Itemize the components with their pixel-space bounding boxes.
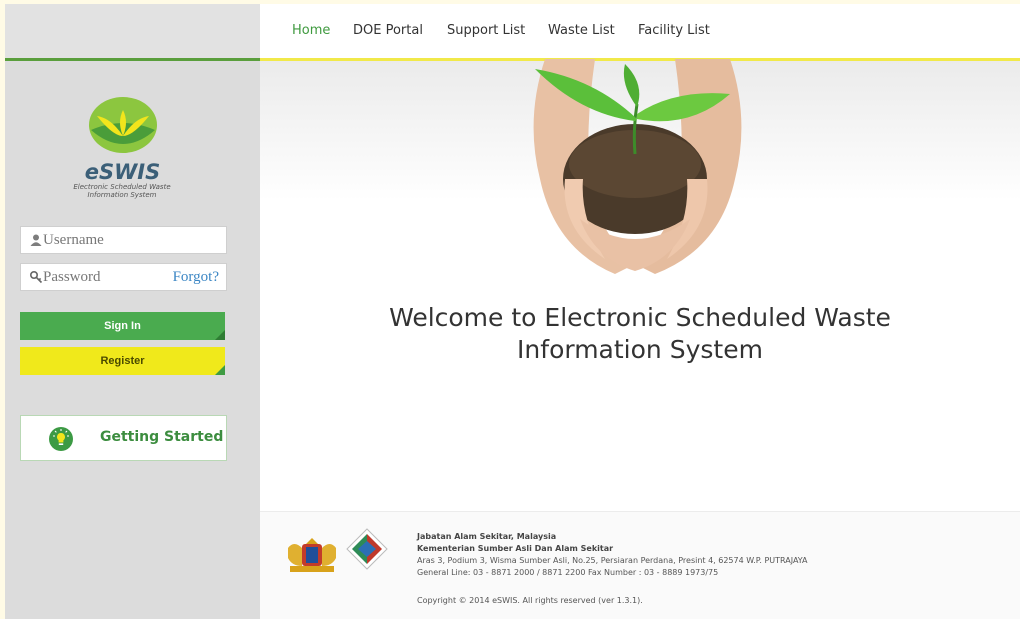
brand-subtitle-line2: Information System: [87, 191, 157, 199]
user-icon: [30, 234, 42, 246]
password-field[interactable]: Password Forgot?: [20, 263, 227, 291]
footer: Jabatan Alam Sekitar, Malaysia Kementeri…: [260, 511, 1020, 619]
footer-org2: Kementerian Sumber Asli Dan Alam Sekitar: [417, 544, 614, 553]
password-placeholder: Password: [43, 269, 101, 285]
register-corner: [215, 365, 225, 375]
sidebar-topbar: [5, 4, 260, 61]
nav-facility-list[interactable]: Facility List: [638, 23, 710, 38]
getting-started-button[interactable]: Getting Started: [20, 415, 227, 461]
forgot-password-link[interactable]: Forgot?: [173, 269, 219, 286]
register-button[interactable]: Register: [20, 347, 225, 375]
ministry-logo: [346, 528, 388, 570]
brand-subtitle: Electronic Scheduled Waste Information S…: [52, 183, 192, 199]
eswis-logo-icon: [89, 97, 157, 153]
sidebar: eSWIS Electronic Scheduled Waste Informa…: [5, 4, 260, 619]
coat-of-arms-logo: [288, 538, 336, 572]
nav-support-list[interactable]: Support List: [447, 23, 525, 38]
brand-subtitle-line1: Electronic Scheduled Waste: [73, 183, 171, 191]
welcome-line1: Welcome to Electronic Scheduled Waste: [389, 303, 891, 332]
username-field[interactable]: Username: [20, 226, 227, 254]
footer-address: Aras 3, Podium 3, Wisma Sumber Asli, No.…: [417, 556, 808, 565]
top-nav: Home DOE Portal Support List Waste List …: [260, 4, 1020, 61]
hands-seedling-image: [533, 59, 742, 274]
lightbulb-icon: [49, 427, 73, 451]
brand-name: eSWIS: [84, 160, 161, 184]
footer-phone: General Line: 03 - 8871 2000 / 8871 2200…: [417, 568, 719, 577]
nav-home[interactable]: Home: [292, 23, 330, 38]
footer-copyright: Copyright © 2014 eSWIS. All rights reser…: [417, 596, 643, 605]
welcome-heading: Welcome to Electronic Scheduled Waste In…: [260, 302, 1020, 366]
welcome-line2: Information System: [517, 335, 763, 364]
sign-in-button[interactable]: Sign In: [20, 312, 225, 340]
username-placeholder: Username: [43, 232, 104, 248]
getting-started-label: Getting Started: [100, 429, 224, 445]
key-icon: [29, 270, 43, 284]
footer-org1: Jabatan Alam Sekitar, Malaysia: [417, 532, 557, 541]
nav-doe-portal[interactable]: DOE Portal: [353, 23, 423, 38]
sign-in-label: Sign In: [104, 320, 141, 332]
page: eSWIS Electronic Scheduled Waste Informa…: [5, 4, 1020, 619]
sign-in-corner: [215, 330, 225, 340]
register-label: Register: [100, 355, 145, 367]
nav-waste-list[interactable]: Waste List: [548, 23, 615, 38]
